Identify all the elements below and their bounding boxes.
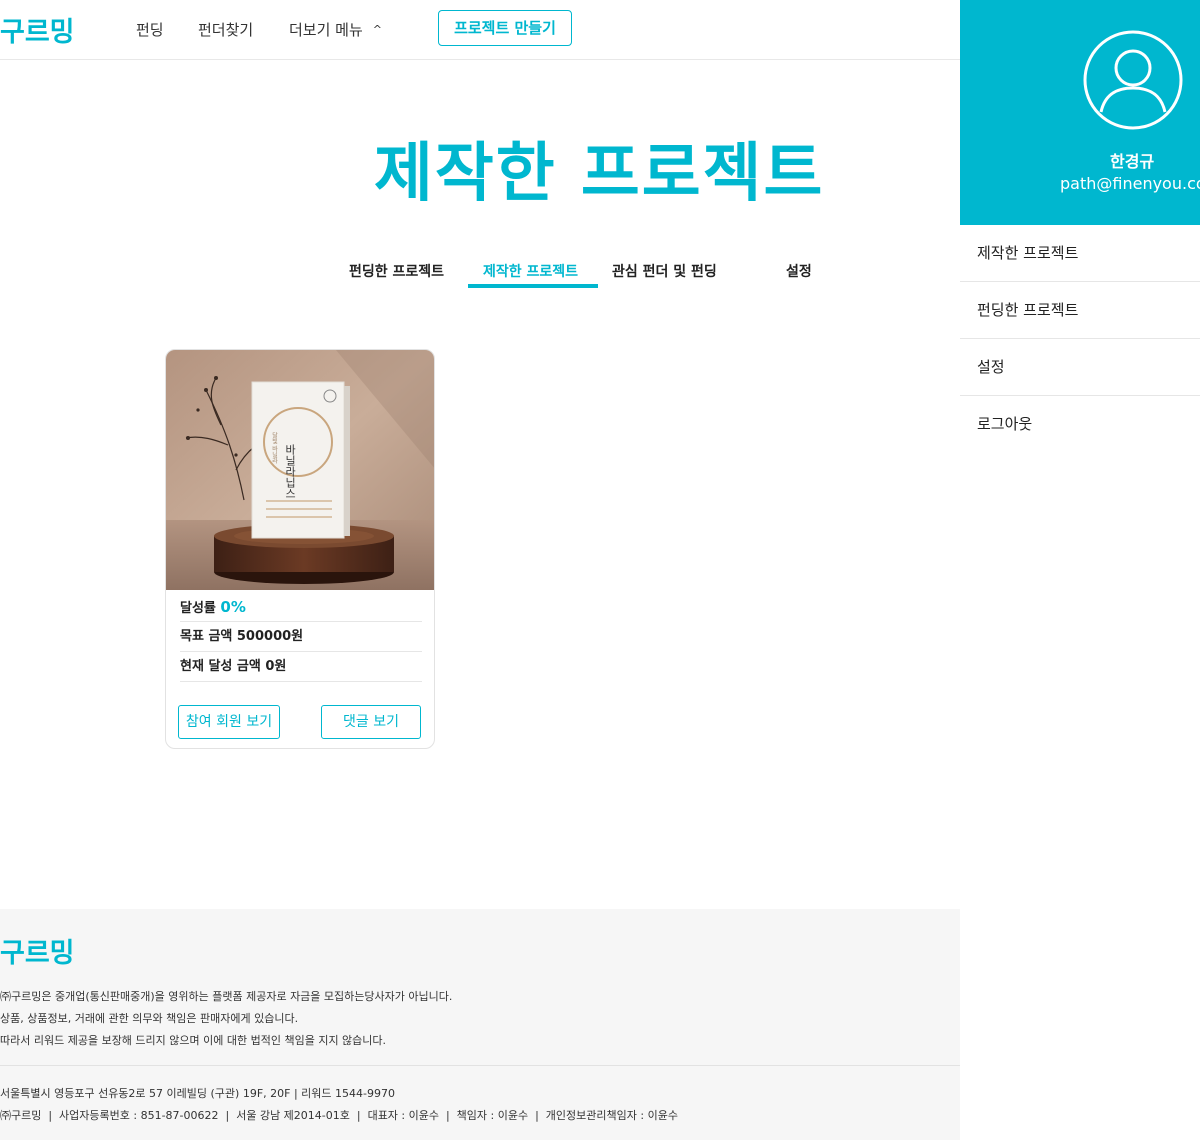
sidebar-item-settings[interactable]: 설정 (960, 339, 1200, 396)
user-icon[interactable] (1083, 30, 1183, 130)
footer-divider (0, 1065, 960, 1066)
achievement-rate-row: 달성률 0% (180, 592, 422, 622)
user-email: path@finenyou.com (1060, 174, 1200, 193)
rate-value: 0% (220, 598, 246, 616)
nav-funding[interactable]: 펀딩 (136, 19, 164, 40)
tab-favorite-funders[interactable]: 관심 펀더 및 펀딩 (612, 261, 717, 281)
tab-funded-projects[interactable]: 펀딩한 프로젝트 (349, 261, 444, 281)
project-card[interactable]: 바닐라닙스 달빛 바닐라 달성률 0% 목표 금액 500000원 현재 달성 … (165, 349, 435, 749)
sidebar-item-funded-projects[interactable]: 펀딩한 프로젝트 (960, 282, 1200, 339)
sidebar-item-created-projects[interactable]: 제작한 프로젝트 (960, 225, 1200, 282)
product-tagline-text: 달빛 바닐라 (271, 431, 278, 465)
create-project-button[interactable]: 프로젝트 만들기 (438, 10, 572, 46)
tab-created-projects[interactable]: 제작한 프로젝트 (483, 261, 578, 281)
chevron-up-icon: ^ (372, 23, 382, 36)
footer: 구르밍 ㈜구르밍은 중개업(통신판매중개)을 영위하는 플랫폼 제공자로 자금을… (0, 909, 960, 1140)
top-header: 구르밍 펀딩 펀더찾기 더보기 메뉴 ^ 프로젝트 만들기 (0, 0, 960, 60)
footer-logo: 구르밍 (0, 938, 75, 969)
header-logo[interactable]: 구르밍 (0, 10, 75, 49)
footer-disclaimer-line: 따라서 리워드 제공을 보장해 드리지 않으며 이에 대한 법적인 책임을 지지… (0, 1034, 387, 1047)
rate-label: 달성률 (180, 601, 216, 616)
project-thumbnail[interactable]: 바닐라닙스 달빛 바닐라 (166, 350, 435, 590)
tab-settings[interactable]: 설정 (786, 261, 812, 281)
page-title: 제작한 프로젝트 (374, 137, 825, 211)
footer-disclaimer-line: ㈜구르밍은 중개업(통신판매중개)을 영위하는 플랫폼 제공자로 자금을 모집하… (0, 990, 453, 1003)
footer-company-info: ㈜구르밍 | 사업자등록번호 : 851-87-00622 | 서울 강남 제2… (0, 1109, 678, 1122)
view-participants-button[interactable]: 참여 회원 보기 (178, 705, 280, 739)
nav-more-label: 더보기 메뉴 (289, 21, 363, 39)
footer-address: 서울특별시 영등포구 선유동2로 57 이레빌딩 (구관) 19F, 20F |… (0, 1087, 395, 1100)
product-name-text: 바닐라닙스 (284, 444, 297, 499)
active-tab-indicator (468, 284, 598, 288)
nav-more-menu[interactable]: 더보기 메뉴 ^ (289, 19, 382, 40)
sidebar-item-logout[interactable]: 로그아웃 (960, 396, 1200, 453)
profile-box: 한경규 path@finenyou.com (960, 0, 1200, 225)
current-amount-row: 현재 달성 금액 0원 (180, 652, 422, 682)
user-name: 한경규 (1110, 152, 1155, 171)
view-comments-button[interactable]: 댓글 보기 (321, 705, 421, 739)
footer-disclaimer-line: 상품, 상품정보, 거래에 관한 의무와 책임은 판매자에게 있습니다. (0, 1012, 299, 1025)
goal-amount-row: 목표 금액 500000원 (180, 622, 422, 652)
user-side-panel: 한경규 path@finenyou.com 제작한 프로젝트 펀딩한 프로젝트 … (960, 0, 1200, 1140)
nav-find-funder[interactable]: 펀더찾기 (198, 19, 253, 40)
